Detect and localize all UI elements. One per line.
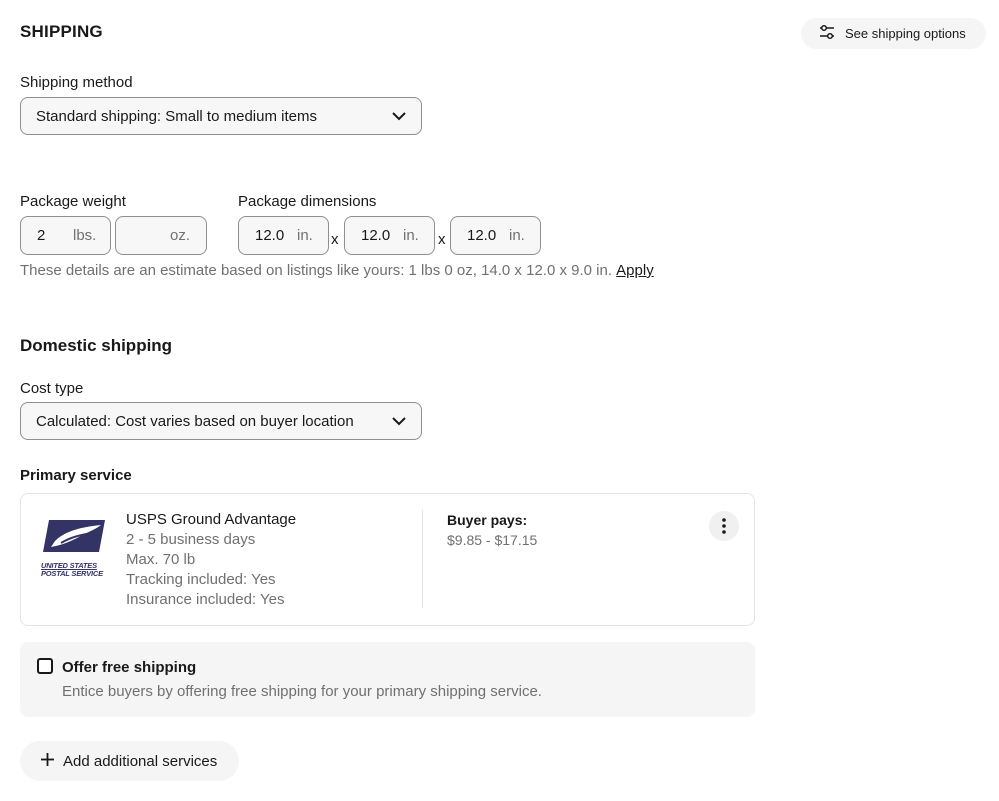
weight-lbs-field[interactable]: lbs. [20, 216, 111, 255]
package-weight-label: Package weight [20, 193, 126, 210]
chevron-down-icon [391, 413, 407, 430]
shipping-method-label: Shipping method [20, 74, 133, 91]
width-field[interactable]: in. [344, 216, 435, 255]
see-shipping-options-label: See shipping options [845, 26, 966, 41]
cost-type-select[interactable]: Calculated: Cost varies based on buyer l… [20, 402, 422, 440]
kebab-menu-icon [722, 518, 726, 534]
length-input[interactable] [255, 227, 291, 244]
shipping-method-value: Standard shipping: Small to medium items [36, 107, 317, 125]
weight-lbs-input[interactable] [37, 227, 65, 244]
service-details: USPS Ground Advantage 2 - 5 business day… [126, 510, 296, 610]
add-additional-services-button[interactable]: Add additional services [20, 741, 239, 781]
service-delivery: 2 - 5 business days [126, 531, 256, 548]
shipping-method-select[interactable]: Standard shipping: Small to medium items [20, 97, 422, 135]
length-unit: in. [297, 227, 313, 244]
width-unit: in. [403, 227, 419, 244]
buyer-pays: Buyer pays: $9.85 - $17.15 [447, 510, 537, 550]
usps-logo-text-line2: POSTAL SERVICE [41, 569, 103, 578]
estimate-hint: These details are an estimate based on l… [20, 262, 654, 279]
primary-service-label: Primary service [20, 467, 132, 484]
cost-type-label: Cost type [20, 380, 84, 397]
free-shipping-checkbox[interactable] [37, 658, 53, 674]
domestic-shipping-title: Domestic shipping [20, 336, 173, 355]
lbs-unit: lbs. [73, 227, 97, 244]
height-unit: in. [509, 227, 525, 244]
more-options-button[interactable] [709, 511, 739, 541]
sliders-icon [819, 24, 835, 43]
service-tracking: Tracking included: Yes [126, 571, 276, 588]
length-field[interactable]: in. [238, 216, 329, 255]
chevron-down-icon [391, 108, 407, 125]
oz-unit: oz. [169, 227, 190, 244]
see-shipping-options-button[interactable]: See shipping options [801, 18, 986, 49]
weight-oz-input[interactable] [129, 227, 170, 244]
service-name: USPS Ground Advantage [126, 511, 297, 528]
card-divider [422, 510, 423, 608]
service-max-weight: Max. 70 lb [126, 551, 196, 568]
height-field[interactable]: in. [450, 216, 541, 255]
section-title: SHIPPING [20, 22, 103, 41]
free-shipping-description: Entice buyers by offering free shipping … [62, 683, 542, 700]
primary-service-card: UNITED STATES POSTAL SERVICE USPS Ground… [20, 493, 755, 626]
usps-logo: UNITED STATES POSTAL SERVICE [41, 519, 107, 578]
add-additional-services-label: Add additional services [63, 752, 218, 770]
estimate-hint-text: These details are an estimate based on l… [20, 262, 612, 279]
cost-type-value: Calculated: Cost varies based on buyer l… [36, 412, 354, 430]
weight-oz-field[interactable]: oz. [115, 216, 207, 255]
width-input[interactable] [361, 227, 397, 244]
times-separator: x [438, 231, 446, 248]
buyer-pays-value: $9.85 - $17.15 [447, 532, 538, 548]
buyer-pays-label: Buyer pays: [447, 512, 528, 528]
apply-link[interactable]: Apply [616, 262, 654, 279]
height-input[interactable] [467, 227, 503, 244]
usps-eagle-icon [43, 520, 105, 552]
free-shipping-panel: Offer free shipping Entice buyers by off… [20, 642, 755, 717]
service-insurance: Insurance included: Yes [126, 591, 285, 608]
free-shipping-label: Offer free shipping [62, 659, 197, 676]
plus-icon [40, 752, 55, 771]
package-dimensions-label: Package dimensions [238, 193, 377, 210]
times-separator: x [331, 231, 339, 248]
